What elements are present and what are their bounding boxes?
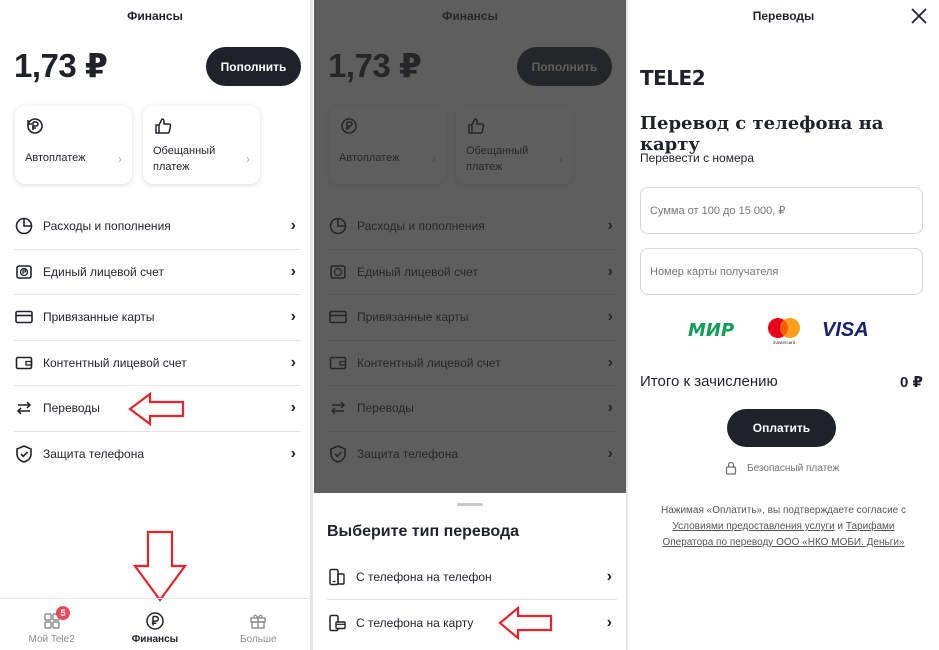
transfer-icon [16,401,32,415]
card-icon [15,310,33,324]
page-title: Финансы [127,9,183,23]
legal-and: и [834,521,846,532]
annotation-arrow-left [498,606,553,640]
menu-item-expenses[interactable]: Расходы и пополнения › [14,204,301,250]
modal-backdrop[interactable] [314,0,626,493]
source-number-label: Перевести с номера [640,151,754,165]
total-value: 0 ₽ [900,374,923,391]
chevron-right-icon: › [290,308,296,326]
menu-item-content-account[interactable]: Контентный лицевой счет › [14,341,301,386]
tariffs-link[interactable]: Тарифами [846,521,895,532]
autopay-label: Автоплатеж [25,152,86,164]
annotation-arrow-left [128,392,185,426]
pie-chart-icon [15,217,33,235]
payment-systems: МИР mastercard VISA [688,318,878,346]
menu-item-label: Контентный лицевой счет [43,355,187,370]
close-icon[interactable] [911,6,927,28]
menu-item-label: Привязанные карты [43,310,155,325]
lock-icon [725,461,737,475]
option-label: С телефона на карту [356,615,474,630]
shield-icon [16,445,32,464]
option-label: С телефона на телефон [356,570,492,584]
legal-text: Нажимая «Оплатить», вы подтверждаете сог… [660,505,906,516]
promised-payment-label-1: Обещанный [153,145,216,157]
sheet-title: Выберите тип перевода [327,523,520,540]
menu-item-label: Единый лицевой счет [43,264,164,279]
chevron-right-icon: › [290,399,296,417]
sheet-drag-handle[interactable] [457,503,483,506]
gift-icon [250,614,267,629]
card-transfer-screen: Переводы TELE2 Перевод с телефона на кар… [628,0,939,650]
bottom-tab-bar: 5 Мой Tele2 Финансы Больше [0,598,310,650]
phone-to-phone-icon [329,568,345,586]
mastercard-logo: mastercard [768,318,800,345]
legal-disclaimer: Нажимая «Оплатить», вы подтверждаете сог… [640,503,927,551]
balance-amount: 1,73 ₽ [14,47,108,84]
chevron-right-icon: › [290,217,296,235]
option-phone-to-card[interactable]: С телефона на карту › [327,600,617,645]
account-icon [16,264,32,279]
ruble-icon [146,612,164,630]
secure-payment-note: Безопасный платеж [725,461,839,475]
card-number-input[interactable] [640,248,923,295]
mir-logo: МИР [688,320,735,341]
tab-more[interactable]: Больше [207,599,310,650]
annotation-arrow-down [133,530,187,602]
pay-button[interactable]: Оплатить [727,409,836,447]
finance-menu: Расходы и пополнения › Единый лицевой сч… [14,204,301,477]
tab-finance[interactable]: Финансы [103,599,206,650]
menu-item-account[interactable]: Единый лицевой счет › [14,250,301,295]
topup-button[interactable]: Пополнить [206,47,301,86]
tele2-logo: TELE2 [640,66,706,90]
autopay-icon [27,118,43,134]
terms-link[interactable]: Условиями предоставления услуги [672,521,834,532]
finance-screen: Финансы 1,73 ₽ Пополнить Автоплатеж › Об… [0,0,310,650]
chevron-right-icon: › [290,262,296,280]
tab-label: Больше [240,634,277,645]
chevron-right-icon: › [290,353,296,371]
menu-item-protection[interactable]: Защита телефона › [14,432,301,478]
tab-label: Мой Tele2 [28,634,75,645]
wallet-icon [15,356,33,370]
notification-badge: 5 [56,606,70,620]
menu-item-label: Защита телефона [43,447,145,462]
thumbs-up-icon [155,118,172,134]
total-row: Итого к зачислению 0 ₽ [640,373,923,391]
total-label: Итого к зачислению [640,373,778,390]
divider [310,0,313,650]
menu-item-cards[interactable]: Привязанные карты › [14,295,301,341]
tab-my-tele2[interactable]: 5 Мой Tele2 [0,599,103,650]
promised-payment-label-2: платеж [153,161,190,173]
chevron-right-icon: › [246,152,250,166]
promised-payment-card[interactable]: Обещанный платеж › [143,106,260,184]
secure-payment-label: Безопасный платеж [747,462,840,474]
visa-logo: VISA [822,319,869,341]
chevron-right-icon: › [606,613,612,631]
operator-link[interactable]: Оператора по переводу ООО «НКО МОБИ. Ден… [662,537,904,548]
transfer-type-sheet: Выберите тип перевода С телефона на теле… [314,493,626,650]
transfer-options: С телефона на телефон › С телефона на ка… [327,555,617,645]
amount-input[interactable] [640,187,923,234]
transfer-type-screen: Финансы 1,73 ₽ Пополнить Автоплатеж › Об… [314,0,626,650]
menu-item-label: Расходы и пополнения [43,219,171,234]
phone-to-card-icon [329,614,346,631]
chevron-right-icon: › [606,568,612,585]
autopay-card[interactable]: Автоплатеж › [15,106,132,184]
page-title: Переводы [752,9,815,23]
page-heading: Перевод с телефона на карту [640,113,884,155]
chevron-right-icon: › [118,152,122,166]
option-phone-to-phone[interactable]: С телефона на телефон › [327,555,617,600]
chevron-right-icon: › [290,445,296,463]
tab-label: Финансы [131,634,179,645]
mastercard-wordmark: mastercard [773,340,796,345]
